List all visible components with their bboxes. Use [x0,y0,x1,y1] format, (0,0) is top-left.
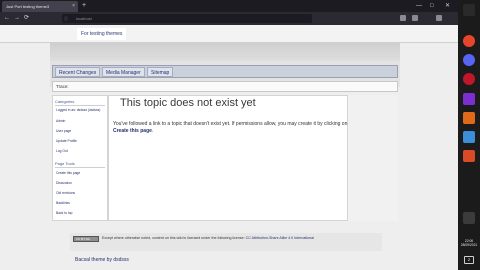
app-icon[interactable] [463,150,475,162]
license-link[interactable]: CC Attribution-Share Alike 4.0 Internati… [246,236,314,240]
theme-credit[interactable]: Bacsal theme by dsdsss [75,257,129,263]
opera-icon[interactable] [463,73,475,85]
content-panel [108,95,348,221]
app-icon[interactable] [463,131,475,143]
menu-recent-changes[interactable]: Recent Changes [55,67,101,77]
sidebar-item-discussion[interactable]: Discussion [56,181,72,185]
app-icon[interactable] [463,93,475,105]
breadcrumb-trace: Trace: [52,81,398,92]
main-area: Categories Logged in as: dsdsss (dsdsss)… [52,95,398,221]
sidebar-item-create-page[interactable]: Create this page [56,171,80,175]
sidebar-heading-categories: Categories [55,99,75,104]
notification-icon[interactable]: 2 [464,256,474,264]
sidebar-divider [55,167,105,168]
sidebar-item-back-to-top[interactable]: Back to top [56,211,73,215]
discord-icon[interactable] [463,54,475,66]
system-tray-icon[interactable] [463,212,475,224]
maximize-icon[interactable]: □ [430,0,434,12]
windows-taskbar: 22:06 28/09/2021 2 [458,0,480,270]
right-column [348,95,398,221]
app-icon[interactable] [463,112,475,124]
banner-shade [50,43,400,61]
cc-license-badge[interactable]: CC BY-SA [73,236,99,242]
site-title[interactable]: For testing themes [77,28,127,40]
sidebar-item-logged-in: Logged in as: dsdsss (dsdsss) [56,108,101,112]
clock[interactable]: 22:06 28/09/2021 [459,239,479,247]
reload-icon[interactable]: ⟳ [24,14,29,23]
browser-toolbar: ← → ⟳ localhost ⓘ [0,12,458,25]
sidebar-item-backlinks[interactable]: Backlinks [56,201,70,205]
sidebar-divider [55,105,105,106]
browser-tab[interactable]: Just Port testing theme3 × [2,1,78,12]
url-text: localhost [76,16,92,21]
new-tab-button[interactable]: + [82,0,86,12]
clock-date: 28/09/2021 [460,243,478,247]
menu-media-manager[interactable]: Media Manager [102,67,145,77]
license-notice: Except where otherwise noted, content on… [102,236,380,241]
sidebar-item-old-revisions[interactable]: Old revisions [56,191,75,195]
sidebar-item-update-profile[interactable]: Update Profile [56,139,77,143]
sidebar-heading-page-tools: Page Tools [55,161,75,166]
sidebar-item-log-out[interactable]: Log Out [56,149,68,153]
web-page: For testing themes Recent Changes Media … [0,25,458,270]
menu-sitemap[interactable]: Sitemap [147,67,174,77]
tab-close-icon[interactable]: × [72,1,75,12]
download-icon[interactable] [412,15,418,21]
main-menu: Recent Changes Media Manager Sitemap [52,65,398,78]
sidebar: Categories Logged in as: dsdsss (dsdsss)… [52,95,108,221]
start-icon[interactable] [463,4,475,16]
back-icon[interactable]: ← [4,14,10,23]
license-text: Except where otherwise noted, content on… [102,236,245,240]
chrome-icon[interactable] [463,35,475,47]
browser-tab-bar: Just Port testing theme3 × + — □ ✕ [0,0,458,12]
minimize-icon[interactable]: — [416,0,422,12]
menu-icon[interactable] [436,15,442,21]
url-bar[interactable]: localhost [62,14,312,23]
extension-icon[interactable] [400,15,406,21]
tab-title: Just Port testing theme3 [6,4,50,9]
site-info-icon[interactable]: ⓘ [64,14,68,23]
sidebar-item-user-page[interactable]: User page [56,129,71,133]
page-header: For testing themes [0,25,458,43]
footer: CC BY-SA Except where otherwise noted, c… [70,233,382,251]
sidebar-item-admin[interactable]: Admin [56,119,65,123]
forward-icon[interactable]: → [14,14,20,23]
close-window-icon[interactable]: ✕ [445,0,450,12]
